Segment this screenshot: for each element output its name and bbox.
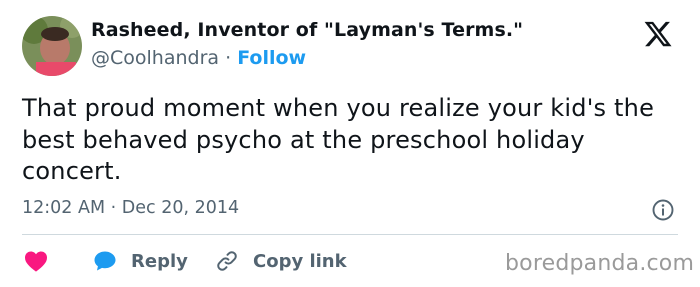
divider: [22, 234, 678, 235]
x-logo-icon[interactable]: [643, 19, 673, 49]
author-handle[interactable]: @Coolhandra: [91, 47, 219, 69]
reply-button[interactable]: Reply: [93, 248, 188, 274]
separator-dot: ·: [225, 47, 238, 69]
avatar[interactable]: [22, 16, 82, 76]
copy-link-label: Copy link: [253, 250, 347, 272]
tweet-date[interactable]: Dec 20, 2014: [122, 198, 239, 218]
tweet-timestamp[interactable]: 12:02 AM · Dec 20, 2014: [22, 198, 239, 218]
handle-row: @Coolhandra · Follow: [91, 47, 306, 69]
tweet-time[interactable]: 12:02 AM: [22, 198, 105, 218]
follow-button[interactable]: Follow: [237, 47, 306, 69]
speech-bubble-icon: [94, 251, 116, 271]
copy-link-button[interactable]: Copy link: [215, 248, 347, 274]
watermark: boredpanda.com: [505, 251, 695, 276]
reply-label: Reply: [131, 250, 188, 272]
author-name[interactable]: Rasheed, Inventor of "Layman's Terms.": [91, 19, 523, 41]
separator-dot: ·: [110, 198, 122, 218]
link-icon: [217, 251, 237, 271]
info-icon[interactable]: [651, 198, 675, 222]
tweet-text: That proud moment when you realize your …: [22, 94, 655, 185]
heart-icon[interactable]: [24, 250, 48, 272]
